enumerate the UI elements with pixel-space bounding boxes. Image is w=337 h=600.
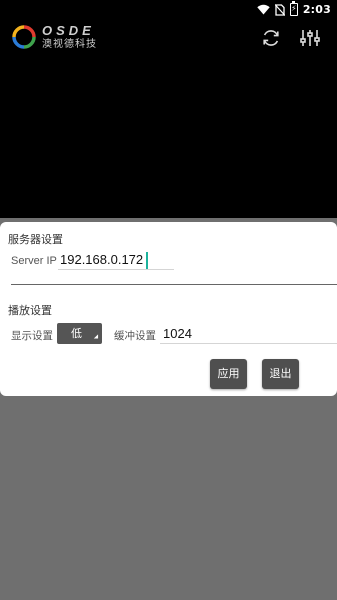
- dropdown-arrow-icon: [93, 334, 101, 341]
- tune-icon[interactable]: [298, 26, 322, 50]
- logo-company-name: 澳视德科技: [42, 39, 97, 50]
- buffer-setting-label: 缓冲设置: [114, 330, 156, 342]
- buffer-size-input[interactable]: [160, 323, 337, 344]
- display-quality-select[interactable]: 低: [57, 323, 102, 344]
- server-ip-label: Server IP: [11, 255, 57, 267]
- server-ip-input[interactable]: [58, 250, 174, 270]
- logo-brand: OSDE: [42, 23, 95, 38]
- status-icons: ⚡ 2:03: [257, 1, 331, 16]
- refresh-icon[interactable]: [259, 26, 283, 50]
- display-quality-value: 低: [71, 327, 82, 340]
- wifi-icon: [257, 4, 270, 15]
- no-sim-icon: [274, 3, 285, 16]
- brand-logo: OSDE 澳视德科技: [12, 24, 97, 50]
- text-caret: [146, 252, 148, 269]
- exit-button[interactable]: 退出: [262, 359, 299, 389]
- display-setting-label: 显示设置: [11, 330, 53, 342]
- settings-dialog: 服务器设置 Server IP 播放设置 显示设置 低 缓冲设置 应用 退出: [0, 222, 337, 396]
- section-divider: [11, 284, 337, 285]
- playback-section-title: 播放设置: [8, 304, 52, 317]
- apply-button[interactable]: 应用: [210, 359, 247, 389]
- status-time: 2:03: [302, 3, 331, 16]
- logo-mark-icon: [12, 25, 36, 49]
- battery-charging-icon: ⚡: [289, 1, 298, 16]
- server-section-title: 服务器设置: [8, 233, 63, 246]
- status-bar: ⚡ 2:03: [0, 0, 337, 20]
